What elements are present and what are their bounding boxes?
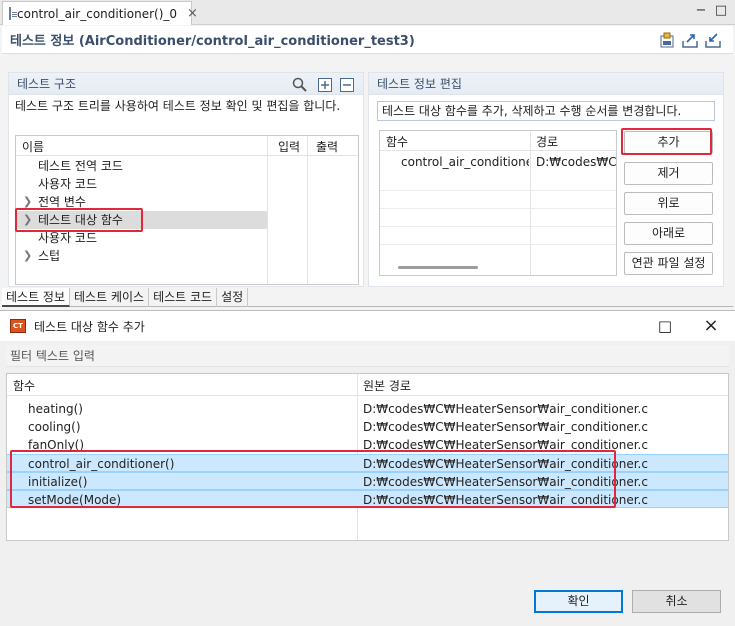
row-divider — [380, 244, 616, 245]
row-divider — [380, 190, 616, 191]
table-row-selected[interactable]: control_air_conditioner() D:₩codes₩C₩Hea… — [7, 454, 728, 472]
tree-item-label: 전역 변수 — [38, 195, 86, 209]
test-editor: control_air_conditioner()_0 × − □ 테스트 정보… — [0, 0, 735, 310]
column-header-source-path: 원본 경로 — [363, 379, 411, 393]
tree-item-label: 테스트 대상 함수 — [38, 213, 123, 227]
test-info-edit-title: 테스트 정보 편집 — [377, 77, 462, 91]
tab-test-info[interactable]: 테스트 정보 — [2, 288, 71, 307]
tree-item[interactable]: 테스트 전역 코드 — [16, 157, 358, 175]
tab-settings[interactable]: 설정 — [217, 288, 249, 307]
table-row-selected[interactable]: initialize() D:₩codes₩C₩HeaterSensor₩air… — [7, 472, 728, 490]
table-cell-function: initialize() — [28, 475, 88, 489]
column-header-function: 함수 — [13, 379, 36, 393]
test-info-edit-header: 테스트 정보 편집 — [369, 73, 723, 95]
app-icon: CT — [10, 319, 26, 333]
target-function-table[interactable]: 함수 경로 control_air_conditioner() D:₩codes… — [379, 130, 617, 276]
expand-all-icon[interactable] — [318, 78, 332, 95]
table-cell-function: heating() — [28, 402, 83, 416]
table-cell-function: setMode(Mode) — [28, 493, 122, 507]
add-target-function-dialog: CT 테스트 대상 함수 추가 □ × 필터 텍스트 입력 함수 원본 경로 h… — [0, 310, 735, 626]
import-icon[interactable] — [704, 32, 722, 48]
minimize-icon[interactable]: − — [694, 4, 708, 18]
table-row-selected[interactable]: setMode(Mode) D:₩codes₩C₩HeaterSensor₩ai… — [7, 490, 728, 508]
cancel-button[interactable]: 취소 — [632, 590, 721, 613]
close-icon[interactable]: × — [703, 317, 719, 335]
table-header: 함수 원본 경로 — [7, 374, 728, 396]
editor-tab-bar: control_air_conditioner()_0 × − □ — [0, 0, 735, 25]
tree-item-label: 사용자 코드 — [38, 231, 98, 245]
maximize-icon[interactable]: □ — [657, 318, 673, 334]
column-header-name: 이름 — [22, 140, 45, 154]
chevron-right-icon[interactable]: ❯ — [23, 193, 32, 211]
tree-item[interactable]: ❯ 전역 변수 — [16, 193, 358, 211]
editor-tab[interactable]: control_air_conditioner()_0 × — [2, 1, 198, 25]
filter-input[interactable]: 필터 텍스트 입력 — [6, 345, 729, 367]
test-info-edit-section: 테스트 정보 편집 테스트 대상 함수를 추가, 삭제하고 수행 순서를 변경합… — [368, 72, 724, 287]
table-cell-function: control_air_conditioner() — [28, 457, 175, 471]
table-cell-path: D:₩codes₩C₩HeaterSensor₩air_conditioner.… — [363, 402, 648, 416]
column-header-input: 입력 — [278, 140, 301, 154]
tree-item[interactable]: 사용자 코드 — [16, 175, 358, 193]
row-divider — [380, 226, 616, 227]
test-structure-description: 테스트 구조 트리를 사용하여 테스트 정보 확인 및 편집을 합니다. — [15, 99, 341, 113]
add-button[interactable]: 추가 — [624, 131, 713, 154]
collapse-all-icon[interactable] — [340, 78, 354, 95]
chevron-right-icon[interactable]: ❯ — [23, 211, 32, 229]
editor-page-tabs: 테스트 정보 테스트 케이스 테스트 코드 설정 — [2, 288, 733, 307]
table-cell-path: D:₩codes₩C₩HeaterSensor₩air_conditioner.… — [363, 438, 648, 452]
test-info-edit-description: 테스트 대상 함수를 추가, 삭제하고 수행 순서를 변경합니다. — [377, 101, 715, 121]
search-icon[interactable] — [292, 77, 307, 95]
tab-test-case[interactable]: 테스트 케이스 — [70, 288, 150, 307]
chevron-right-icon[interactable]: ❯ — [23, 247, 32, 265]
table-row[interactable]: fanOnly() D:₩codes₩C₩HeaterSensor₩air_co… — [7, 436, 728, 454]
file-icon — [9, 7, 17, 20]
table-cell-function: cooling() — [28, 420, 81, 434]
dialog-title: 테스트 대상 함수 추가 — [34, 319, 145, 334]
table-cell-function: fanOnly() — [28, 438, 85, 452]
dialog-title-bar: CT 테스트 대상 함수 추가 — [0, 311, 735, 341]
form-title: 테스트 정보 (AirConditioner/control_air_condi… — [10, 34, 415, 49]
remove-button[interactable]: 제거 — [624, 162, 713, 185]
table-row[interactable]: heating() D:₩codes₩C₩HeaterSensor₩air_co… — [7, 400, 728, 418]
tree-item[interactable]: ❯ 스텁 — [16, 247, 358, 265]
table-row[interactable]: cooling() D:₩codes₩C₩HeaterSensor₩air_co… — [7, 418, 728, 436]
table-row[interactable]: control_air_conditioner() D:₩codes₩C₩He — [380, 153, 617, 171]
test-structure-tree[interactable]: 이름 입력 출력 테스트 전역 코드 사용자 코드 ❯ 전역 변수 ❯ 테스트 … — [15, 135, 359, 285]
tree-item[interactable]: 사용자 코드 — [16, 229, 358, 247]
function-list-table[interactable]: 함수 원본 경로 heating() D:₩codes₩C₩HeaterSens… — [6, 373, 729, 541]
table-cell-path: D:₩codes₩C₩HeaterSensor₩air_conditioner.… — [363, 493, 648, 507]
column-header-function: 함수 — [386, 135, 409, 149]
move-down-button[interactable]: 아래로 — [624, 222, 713, 245]
test-structure-title: 테스트 구조 — [17, 77, 77, 91]
related-files-button[interactable]: 연관 파일 설정 — [624, 252, 713, 275]
editor-tab-title: control_air_conditioner()_0 — [17, 6, 178, 21]
form-header: 테스트 정보 (AirConditioner/control_air_condi… — [2, 26, 733, 54]
table-cell-path: D:₩codes₩C₩HeaterSensor₩air_conditioner.… — [363, 420, 648, 434]
table-cell-path: D:₩codes₩C₩HeaterSensor₩air_conditioner.… — [363, 457, 648, 471]
column-header-path: 경로 — [536, 135, 559, 149]
ok-button[interactable]: 확인 — [534, 590, 623, 613]
table-cell-path: D:₩codes₩C₩HeaterSensor₩air_conditioner.… — [363, 475, 648, 489]
tree-item-label: 스텁 — [38, 249, 61, 263]
tab-close-icon[interactable]: × — [187, 6, 198, 21]
column-header-output: 출력 — [316, 140, 339, 154]
tab-test-code[interactable]: 테스트 코드 — [149, 288, 218, 307]
table-cell-path: D:₩codes₩C₩He — [536, 155, 617, 169]
test-structure-section: 테스트 구조 테스트 구조 트리를 사용하여 테스트 정보 확인 및 편집을 합… — [8, 72, 364, 287]
export-icon[interactable] — [681, 32, 699, 48]
tree-item-label: 테스트 전역 코드 — [38, 159, 123, 173]
horizontal-scrollbar[interactable] — [398, 266, 478, 269]
tree-item-selected[interactable]: ❯ 테스트 대상 함수 — [16, 211, 267, 229]
row-divider — [380, 208, 616, 209]
save-icon[interactable] — [658, 32, 676, 48]
move-up-button[interactable]: 위로 — [624, 192, 713, 215]
test-structure-header: 테스트 구조 — [9, 73, 363, 95]
maximize-icon[interactable]: □ — [714, 4, 728, 18]
table-header: 함수 경로 — [380, 131, 616, 151]
tree-item-label: 사용자 코드 — [38, 177, 98, 191]
table-cell-function: control_air_conditioner() — [401, 155, 529, 169]
